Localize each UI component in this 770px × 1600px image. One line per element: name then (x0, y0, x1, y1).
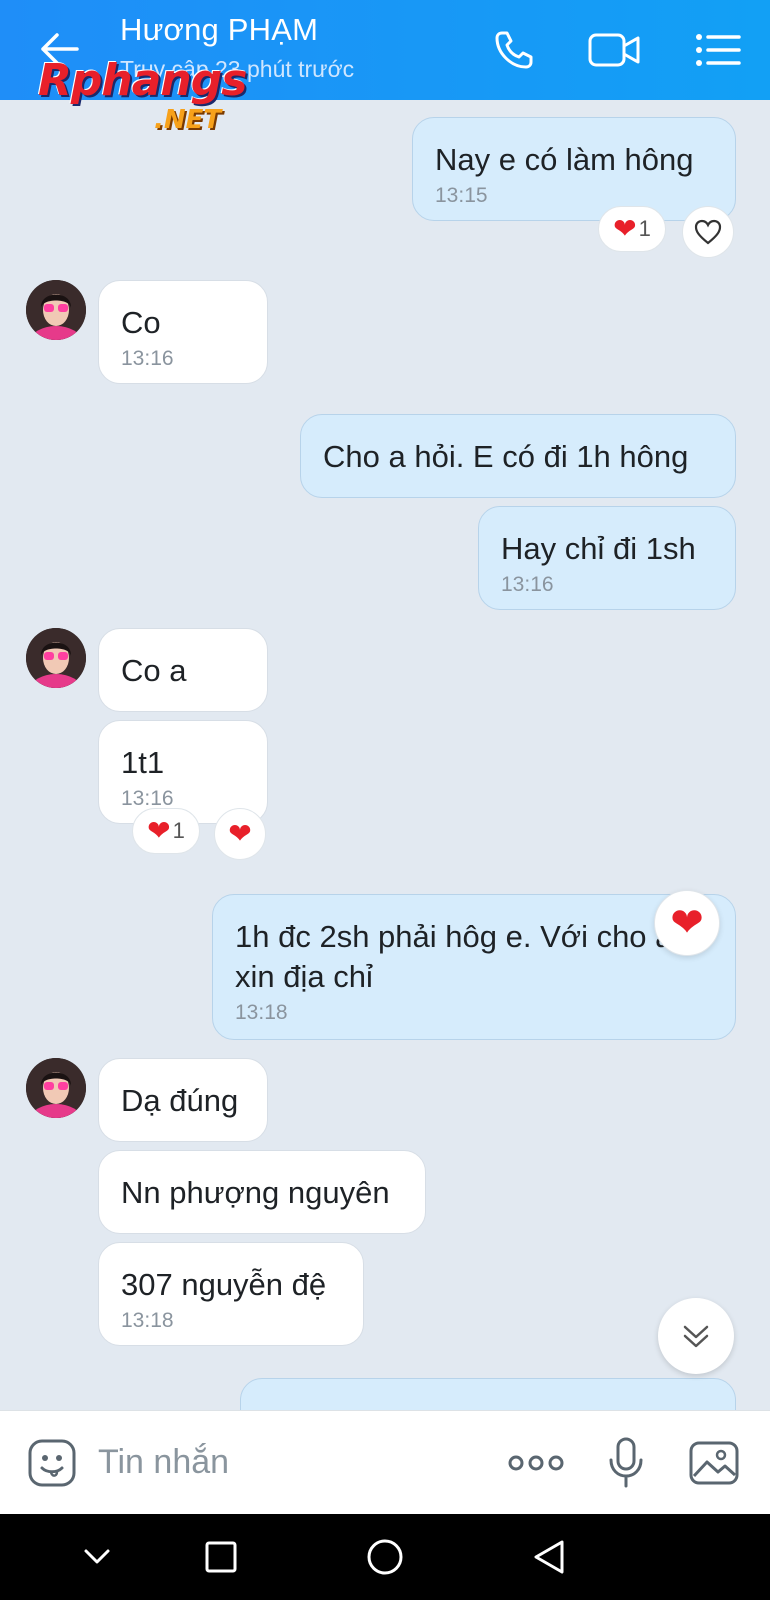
heart-icon: ❤ (670, 901, 704, 945)
double-chevron-down-icon (683, 1325, 709, 1348)
heart-icon: ❤ (613, 213, 637, 244)
message-input[interactable]: Tin nhắn (98, 1443, 229, 1482)
message-text: Dạ đúng (121, 1083, 239, 1118)
message-bubble-sent[interactable]: Hay chỉ đi 1sh 13:16 (478, 506, 736, 610)
home-circle-icon[interactable] (360, 1532, 410, 1582)
message-text: Co (121, 305, 161, 340)
message-text-line: 1h đc 2sh phải hôg e. Với cho a (235, 919, 673, 954)
message-bubble-received[interactable]: Nn phượng nguyên (98, 1150, 426, 1234)
avatar[interactable] (26, 280, 86, 340)
message-bubble-sent[interactable]: Cho a hỏi. E có đi 1h hông (300, 414, 736, 498)
message-time: 13:16 (121, 787, 174, 810)
message-bubble-received[interactable]: Co 13:16 (98, 280, 268, 384)
scroll-to-bottom-button[interactable] (658, 1298, 734, 1374)
message-time: 13:16 (501, 573, 554, 596)
heart-icon: ❤ (147, 815, 171, 846)
avatar[interactable] (26, 1058, 86, 1118)
message-text: Hay chỉ đi 1sh (501, 531, 696, 566)
message-time: 13:18 (235, 1001, 288, 1024)
system-navigation-bar (0, 1514, 770, 1600)
reaction-count-badge[interactable]: ❤ 1 (132, 808, 200, 854)
message-text: Cho a hỏi. E có đi 1h hông (323, 439, 689, 474)
message-text: Co a (121, 653, 187, 688)
message-bubble-sent[interactable]: Nay e có làm hông 13:15 (412, 117, 736, 221)
chat-header: Hương PHẠM Truy cập 23 phút trước Rphang… (0, 0, 770, 134)
message-bubble-sent-partial[interactable] (240, 1378, 736, 1410)
menu-list-icon[interactable] (690, 22, 746, 78)
message-text: 307 nguyễn đệ (121, 1267, 327, 1302)
image-icon[interactable] (686, 1435, 742, 1491)
message-time: 13:18 (121, 1309, 174, 1332)
message-text-line: xin địa chỉ (235, 959, 373, 994)
reaction-heart-button[interactable]: ❤ (654, 890, 720, 956)
message-text: Nay e có làm hông (435, 142, 694, 177)
microphone-icon[interactable] (598, 1435, 654, 1491)
message-bubble-received[interactable]: Co a (98, 628, 268, 712)
video-call-icon[interactable] (586, 22, 642, 78)
add-reaction-button[interactable]: ❤ (214, 808, 266, 860)
message-text: 1t1 (121, 745, 165, 780)
composer-bar: Tin nhắn (0, 1410, 770, 1514)
heart-icon: ❤ (228, 818, 252, 849)
recents-square-icon[interactable] (196, 1532, 246, 1582)
reaction-count-badge[interactable]: ❤ 1 (598, 206, 666, 252)
heart-outline-icon (694, 219, 722, 245)
chevron-down-icon[interactable] (72, 1532, 122, 1582)
watermark-logo: Rphangs .NET (38, 55, 247, 135)
message-bubble-received[interactable]: 307 nguyễn đệ 13:18 (98, 1242, 364, 1346)
more-dots-icon[interactable] (506, 1435, 566, 1491)
contact-name[interactable]: Hương PHẠM (120, 12, 318, 48)
phone-icon[interactable] (486, 22, 542, 78)
message-time: 13:15 (435, 184, 488, 207)
back-triangle-icon[interactable] (524, 1532, 574, 1582)
message-bubble-received[interactable]: Dạ đúng (98, 1058, 268, 1142)
avatar[interactable] (26, 628, 86, 688)
message-text: Nn phượng nguyên (121, 1175, 390, 1210)
message-time: 13:16 (121, 347, 174, 370)
message-list[interactable]: Nay e có làm hông 13:15 ❤ 1 Co 13:16 Cho … (0, 100, 770, 1410)
sticker-icon[interactable] (24, 1435, 80, 1491)
add-reaction-button[interactable] (682, 206, 734, 258)
